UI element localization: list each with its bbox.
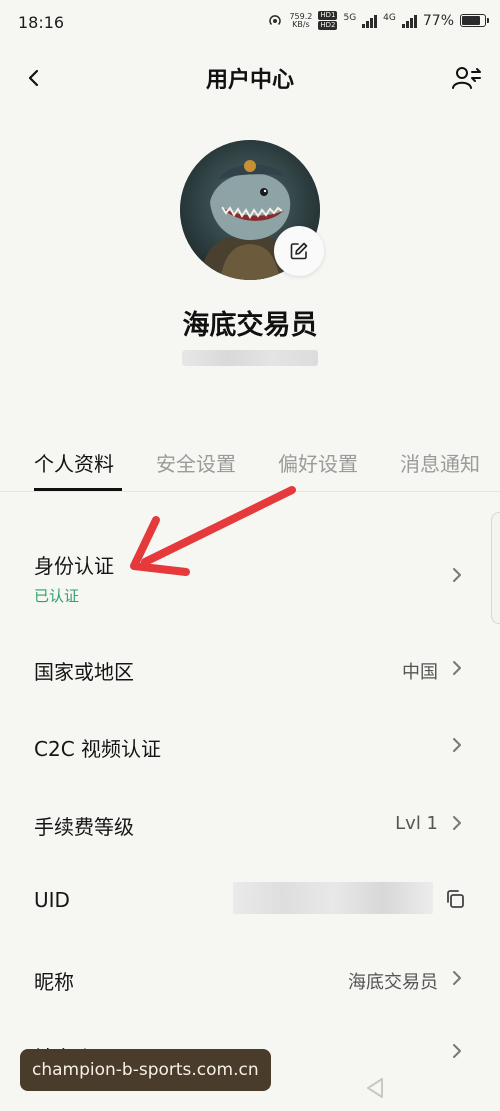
row-label: 昵称 xyxy=(34,970,74,994)
chevron-right-icon xyxy=(453,971,461,985)
chevron-right-icon xyxy=(453,661,461,675)
verified-status: 已认证 xyxy=(34,587,80,605)
speed-unit: KB/s xyxy=(292,19,310,29)
row-label: 国家或地区 xyxy=(34,660,134,684)
row-label: 手续费等级 xyxy=(34,815,134,839)
chevron-right-icon xyxy=(453,816,461,830)
row-label: UID xyxy=(34,888,70,912)
net-5g-label: 5G xyxy=(343,12,357,23)
nickname-row[interactable]: 昵称 海底交易员 xyxy=(0,960,500,1000)
country-row[interactable]: 国家或地区 中国 xyxy=(0,650,500,690)
hotspot-icon xyxy=(269,14,282,25)
chevron-right-icon xyxy=(453,568,461,582)
battery-icon xyxy=(460,14,489,27)
nav-back-icon[interactable] xyxy=(362,1074,390,1102)
row-label: 身份认证 xyxy=(34,554,114,578)
fee-level-row[interactable]: 手续费等级 Lvl 1 xyxy=(0,805,500,845)
status-time: 18:16 xyxy=(18,13,65,32)
avatar-container xyxy=(180,140,324,280)
edit-avatar-button[interactable] xyxy=(274,226,324,276)
row-label: C2C 视频认证 xyxy=(34,737,162,761)
network-speed: 759.2 KB/s xyxy=(289,12,312,29)
edit-icon xyxy=(290,242,308,260)
signal-icon-2 xyxy=(401,14,417,28)
blurred-uid-value xyxy=(233,882,433,914)
user-switch-button[interactable] xyxy=(450,62,484,94)
hd2-badge: HD2 xyxy=(318,21,338,30)
chevron-right-icon xyxy=(453,738,461,752)
country-value: 中国 xyxy=(402,662,438,683)
status-icons: 759.2 KB/s HD1 HD2 5G 4G 77% xyxy=(267,11,489,30)
net-4g-label: 4G xyxy=(383,12,396,23)
tab-security-settings[interactable]: 安全设置 xyxy=(156,448,236,477)
status-bar: 18:16 759.2 KB/s HD1 HD2 5G 4G 77% xyxy=(0,0,500,46)
battery-percent: 77% xyxy=(422,12,454,29)
hd-badges: HD1 HD2 xyxy=(318,11,338,30)
fee-level-value: Lvl 1 xyxy=(395,813,438,834)
tab-preferences[interactable]: 偏好设置 xyxy=(278,448,358,477)
user-switch-icon xyxy=(452,67,481,89)
c2c-video-verification-row[interactable]: C2C 视频认证 xyxy=(0,727,500,767)
chevron-right-icon xyxy=(453,1044,461,1058)
side-panel-handle[interactable] xyxy=(491,512,500,624)
watermark: champion-b-sports.com.cn xyxy=(20,1049,271,1091)
tab-notifications[interactable]: 消息通知 xyxy=(400,448,480,477)
blurred-account-id xyxy=(182,350,318,366)
page-title: 用户中心 xyxy=(205,68,294,93)
copy-icon[interactable] xyxy=(444,888,466,910)
header: 用户中心 xyxy=(0,50,500,106)
signal-icon-1 xyxy=(362,14,378,28)
hd1-badge: HD1 xyxy=(318,11,338,20)
red-annotation-arrow xyxy=(130,486,296,576)
uid-row: UID xyxy=(0,882,500,918)
username: 海底交易员 xyxy=(182,310,318,341)
tab-personal-info[interactable]: 个人资料 xyxy=(34,448,114,477)
nickname-value: 海底交易员 xyxy=(348,972,438,993)
